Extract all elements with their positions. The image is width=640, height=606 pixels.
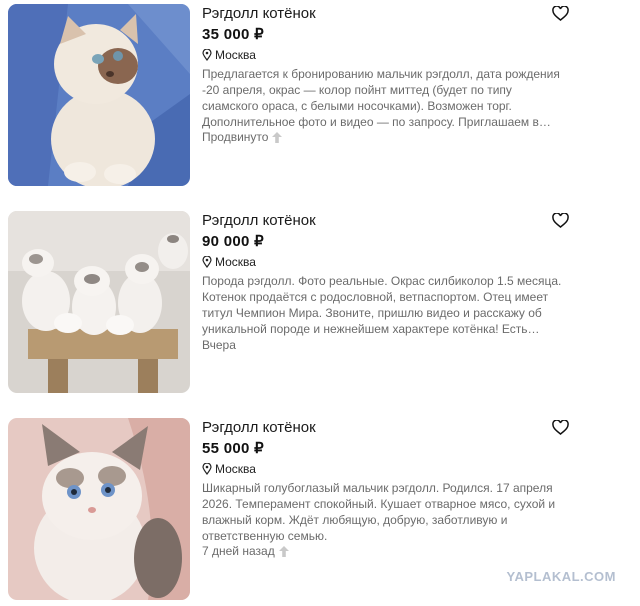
kitten-photo-3 xyxy=(8,418,190,600)
kitten-photo-2 xyxy=(8,211,190,393)
listing-location: Москва xyxy=(202,48,256,62)
location-label: Москва xyxy=(215,462,256,476)
up-arrow-icon xyxy=(272,131,283,143)
heart-icon[interactable] xyxy=(552,213,569,228)
listing-photo[interactable] xyxy=(8,211,190,393)
kitten-photo-1 xyxy=(8,4,190,186)
location-label: Москва xyxy=(215,255,256,269)
promoted-label: Продвинуто xyxy=(202,130,269,144)
listing-price: 55 000 ₽ xyxy=(202,440,264,457)
date-label: 7 дней назад xyxy=(202,544,275,558)
listing-description: Предлагается к бронированию мальчик рэгд… xyxy=(202,67,560,129)
listing-title[interactable]: Рэгдолл котёнок xyxy=(202,5,316,22)
listing-meta: 7 дней назад xyxy=(202,544,289,558)
date-label: Вчера xyxy=(202,338,236,352)
listing-location: Москва xyxy=(202,462,256,476)
listing-photo[interactable] xyxy=(8,418,190,600)
listing-description: Порода рэгдолл. Фото реальные. Окрас сил… xyxy=(202,274,562,336)
listing-title[interactable]: Рэгдолл котёнок xyxy=(202,419,316,436)
listing-location: Москва xyxy=(202,255,256,269)
listing-card[interactable]: Рэгдолл котёнок 90 000 ₽ Москва Порода р… xyxy=(0,211,640,397)
listing-card[interactable]: Рэгдолл котёнок 35 000 ₽ Москва Предлага… xyxy=(0,4,640,190)
heart-icon[interactable] xyxy=(552,6,569,21)
listing-meta: Продвинуто xyxy=(202,130,283,144)
watermark: YAPLAKAL.COM xyxy=(506,569,616,584)
up-arrow-icon xyxy=(278,545,289,557)
listing-price: 90 000 ₽ xyxy=(202,233,264,250)
location-label: Москва xyxy=(215,48,256,62)
listing-photo[interactable] xyxy=(8,4,190,186)
listing-meta: Вчера xyxy=(202,338,236,352)
map-pin-icon xyxy=(202,256,212,268)
listing-price: 35 000 ₽ xyxy=(202,26,264,43)
heart-icon[interactable] xyxy=(552,420,569,435)
map-pin-icon xyxy=(202,49,212,61)
map-pin-icon xyxy=(202,463,212,475)
listing-title[interactable]: Рэгдолл котёнок xyxy=(202,212,316,229)
listing-description: Шикарный голубоглазый мальчик рэгдолл. Р… xyxy=(202,481,556,543)
